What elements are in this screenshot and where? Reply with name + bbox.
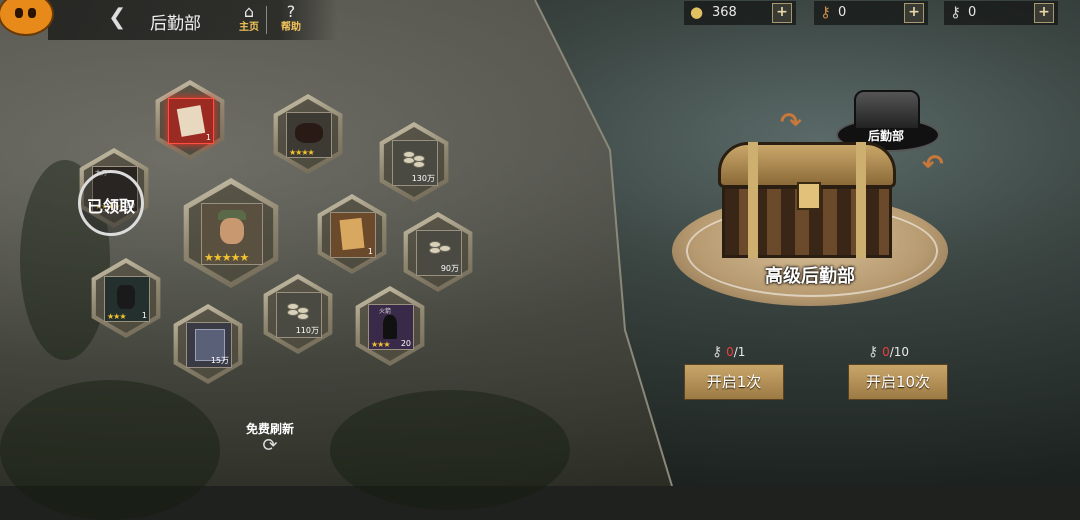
manual-icon: 1: [330, 212, 376, 258]
help-label: 帮助: [281, 22, 301, 33]
item-qty: 1: [205, 133, 211, 142]
bronze-key-icon: ⚷: [820, 3, 831, 21]
help-button[interactable]: ? 帮助: [273, 2, 309, 38]
item-stars: ★★★★★: [204, 251, 249, 264]
grass-decoration: [330, 390, 570, 510]
item-qty: 130万: [411, 174, 435, 183]
item-qty: 15万: [210, 356, 229, 365]
key-cost-one: ⚷ 0/1: [712, 344, 745, 360]
page-title: 后勤部: [150, 14, 201, 34]
open-once-button[interactable]: 开启1次: [684, 364, 784, 400]
key-have: 0: [726, 345, 734, 359]
top-bar: ❮ 后勤部 ⌂ 主页 ? 帮助: [48, 0, 338, 40]
resource-value: 0: [838, 5, 847, 20]
key-have: 0: [882, 345, 890, 359]
alt-chest-button[interactable]: [854, 90, 920, 130]
home-label: 主页: [239, 22, 259, 33]
coins-icon: 130万: [392, 140, 438, 186]
refresh-icon: ⟳: [262, 435, 278, 456]
swap-arrow-icon[interactable]: ↶: [922, 150, 944, 180]
key-need: /1: [733, 345, 746, 359]
item-label: 火箭: [379, 308, 392, 315]
home-button[interactable]: ⌂ 主页: [231, 2, 267, 38]
add-bronze-key-button[interactable]: +: [904, 3, 924, 23]
item-qty: 1: [367, 247, 373, 256]
chest-title: 高级后勤部: [765, 266, 855, 287]
logo-eye: [28, 8, 36, 18]
claimed-badge: 已领取: [78, 170, 144, 236]
grass-decoration: [0, 380, 220, 520]
gloves-icon: ★★★ 1: [104, 276, 150, 322]
home-icon: ⌂: [243, 2, 255, 21]
resource-silver-key: ⚷ 0 +: [944, 1, 1058, 25]
add-silver-key-button[interactable]: +: [1034, 3, 1054, 23]
key-icon: ⚷: [712, 344, 723, 360]
resource-value: 368: [712, 5, 737, 20]
lock-icon: [797, 182, 821, 210]
coins-icon: 110万: [276, 292, 322, 338]
silver-key-icon: ⚷: [950, 3, 961, 21]
open-ten-button[interactable]: 开启10次: [848, 364, 948, 400]
key-cost-ten: ⚷ 0/10: [868, 344, 909, 360]
key-need: /10: [889, 345, 910, 359]
claimed-text: 已领取: [86, 197, 135, 216]
resource-value: 0: [968, 5, 977, 20]
question-icon: ?: [286, 2, 296, 21]
add-gold-button[interactable]: +: [772, 3, 792, 23]
item-qty: 110万: [295, 326, 319, 335]
logo-eye: [15, 8, 23, 18]
resource-bronze-key: ⚷ 0 +: [814, 1, 928, 25]
document-icon: 1: [168, 98, 214, 144]
boots-icon: ★★★★: [286, 112, 332, 158]
item-stars: ★★★★: [289, 148, 315, 157]
coins-icon: 90万: [416, 230, 462, 276]
gold-icon: ●: [690, 3, 704, 21]
item-stars: ★★★: [371, 340, 390, 349]
key-icon: ⚷: [868, 344, 879, 360]
soldier-icon: 火箭 ★★★ 20: [368, 304, 414, 350]
free-refresh-button[interactable]: 免费刷新 ⟳: [238, 420, 302, 460]
chest-icon: [718, 142, 896, 262]
resource-gold: ● 368 +: [684, 1, 796, 25]
swap-arrow-icon[interactable]: ↷: [780, 108, 802, 138]
back-arrow-icon[interactable]: ❮: [108, 6, 126, 30]
item-qty: 90万: [440, 264, 459, 273]
item-qty: 1: [141, 311, 147, 320]
item-qty: 20: [400, 339, 411, 348]
officer-portrait-icon: ★★★★★: [201, 203, 263, 265]
book-icon: 15万: [186, 322, 232, 368]
item-stars: ★★★: [107, 312, 126, 321]
